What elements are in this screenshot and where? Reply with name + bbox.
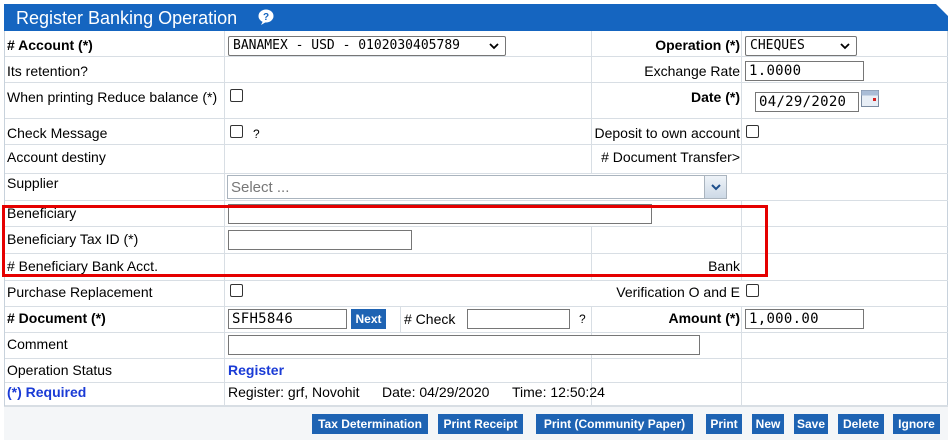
new-button[interactable]: New: [752, 414, 784, 434]
document-label: # Document (*): [7, 310, 106, 326]
row-account-destiny: Account destiny # Document Transfer>: [5, 145, 948, 174]
column-divider: [400, 307, 401, 332]
account-destiny-label: Account destiny: [7, 149, 106, 165]
document-transfer-label: # Document Transfer>: [601, 149, 740, 165]
date-label: Date (*): [690, 89, 740, 105]
reduce-balance-checkbox[interactable]: [230, 89, 243, 102]
delete-button[interactable]: Delete: [838, 414, 884, 434]
print-receipt-button[interactable]: Print Receipt: [438, 414, 523, 434]
check-number-input[interactable]: [467, 309, 570, 329]
amount-input[interactable]: 1,000.00: [745, 309, 864, 329]
purchase-replacement-label: Purchase Replacement: [7, 284, 153, 300]
ignore-button[interactable]: Ignore: [893, 414, 940, 434]
register-user-info: Register: grf, Novohit: [228, 384, 360, 400]
amount-label: Amount (*): [668, 310, 740, 326]
svg-text:?: ?: [263, 12, 269, 23]
register-date-info: Date: 04/29/2020: [382, 384, 490, 400]
row-comment: Comment: [5, 333, 948, 359]
purchase-replacement-checkbox[interactable]: [230, 284, 243, 297]
amount-value: 1,000.00: [749, 311, 819, 327]
exchange-rate-label: Exchange Rate: [644, 63, 740, 79]
operation-label: Operation (*): [655, 37, 740, 53]
verification-checkbox[interactable]: [746, 284, 759, 297]
row-account: # Account (*) BANAMEX - USD - 0102030405…: [5, 31, 948, 57]
check-number-label: # Check: [404, 311, 456, 327]
highlight-box: [2, 205, 768, 277]
account-select-value: BANAMEX - USD - 0102030405789: [233, 38, 460, 53]
row-reduce-balance: When printing Reduce balance (*) Date (*…: [5, 83, 948, 119]
next-document-button[interactable]: Next: [351, 309, 386, 329]
save-button[interactable]: Save: [794, 414, 828, 434]
comment-input[interactable]: [228, 335, 700, 355]
calendar-icon[interactable]: [861, 90, 879, 107]
retention-label: Its retention?: [7, 63, 88, 79]
reduce-balance-label: When printing Reduce balance (*): [7, 89, 218, 105]
check-message-label: Check Message: [7, 125, 108, 141]
window-title: Register Banking Operation: [16, 8, 238, 28]
check-message-checkbox[interactable]: [230, 125, 243, 138]
exchange-rate-value: 1.0000: [749, 63, 802, 79]
exchange-rate-input[interactable]: 1.0000: [745, 61, 864, 81]
operation-status-label: Operation Status: [7, 362, 113, 378]
tax-determination-button[interactable]: Tax Determination: [312, 414, 428, 434]
row-supplier: Supplier Select ...: [5, 174, 948, 201]
verification-label: Verification O and E: [616, 284, 740, 300]
check-number-hint: ?: [579, 312, 586, 326]
print-community-paper-button[interactable]: Print (Community Paper): [536, 414, 693, 434]
chevron-down-icon: [840, 43, 850, 50]
row-operation-status: Operation Status Register: [5, 359, 948, 383]
account-label: # Account (*): [7, 37, 93, 53]
row-check-message: Check Message ? Deposit to own account: [5, 119, 948, 145]
help-bubble-icon[interactable]: ?: [257, 8, 275, 26]
chevron-down-icon: [489, 43, 499, 50]
row-purchase-replacement: Purchase Replacement Verification O and …: [5, 281, 948, 307]
supplier-dropdown-button[interactable]: [704, 176, 726, 198]
document-input[interactable]: SFH5846: [228, 309, 347, 329]
date-value: 04/29/2020: [759, 94, 847, 110]
operation-status-value: Register: [228, 362, 285, 378]
required-note: (*) Required: [7, 384, 87, 400]
corner-fold-icon: [936, 4, 948, 16]
deposit-own-account-checkbox[interactable]: [746, 125, 759, 138]
window-title-bar: Register Banking Operation ?: [4, 4, 948, 31]
row-required: (*) Required Register: grf, Novohit Date…: [5, 383, 948, 406]
operation-select-value: CHEQUES: [750, 38, 805, 53]
deposit-own-account-label: Deposit to own account: [594, 125, 740, 141]
supplier-placeholder: Select ...: [231, 179, 290, 196]
operation-select[interactable]: CHEQUES: [745, 36, 857, 56]
row-retention: Its retention? Exchange Rate 1.0000: [5, 57, 948, 83]
account-select[interactable]: BANAMEX - USD - 0102030405789: [228, 36, 506, 56]
chevron-down-icon: [711, 184, 721, 191]
check-message-hint: ?: [253, 127, 260, 141]
print-button[interactable]: Print: [706, 414, 742, 434]
supplier-label: Supplier: [7, 175, 59, 191]
comment-label: Comment: [7, 336, 68, 352]
supplier-combobox[interactable]: Select ...: [227, 175, 727, 199]
date-input[interactable]: 04/29/2020: [755, 92, 859, 112]
register-time-info: Time: 12:50:24: [512, 384, 605, 400]
document-value: SFH5846: [232, 311, 294, 327]
row-document: # Document (*) SFH5846 Next # Check ? Am…: [5, 307, 948, 333]
